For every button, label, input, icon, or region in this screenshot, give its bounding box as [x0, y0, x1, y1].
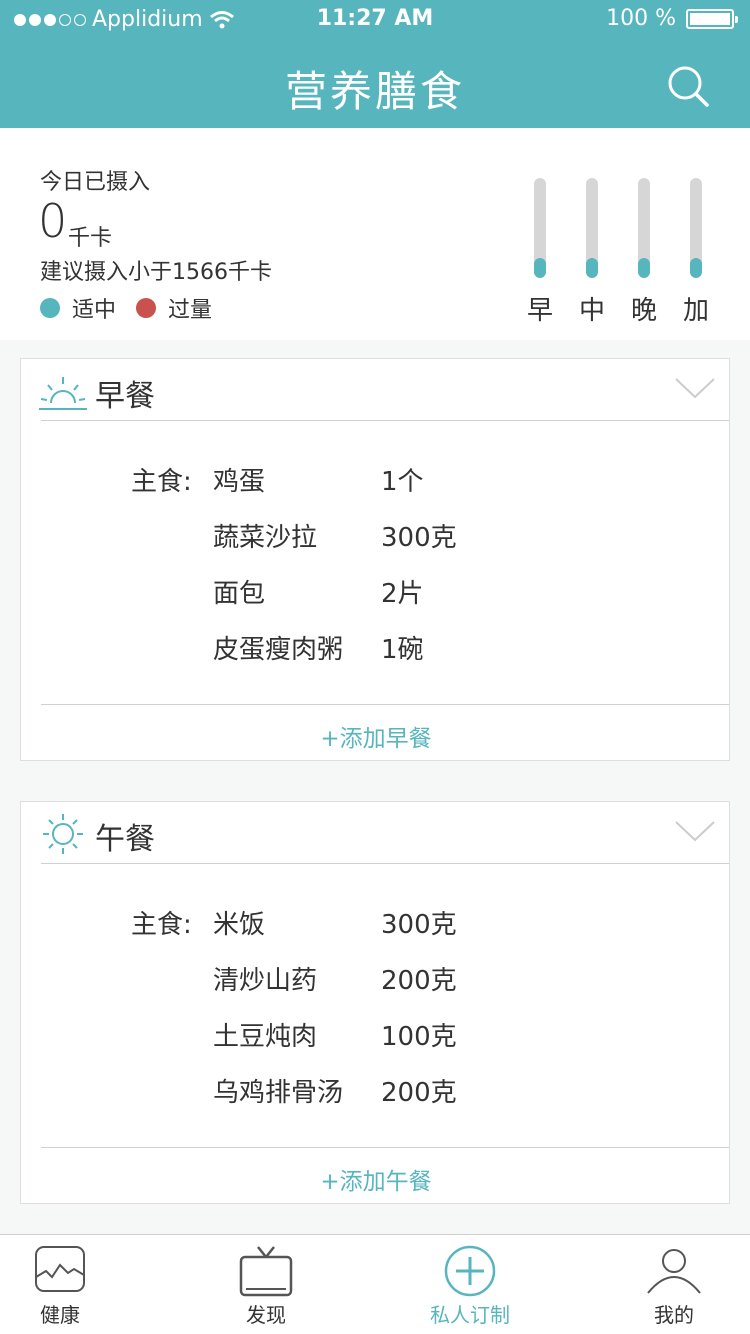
food-name: 乌鸡排骨汤: [213, 1078, 344, 1108]
food-name: 清炒山药: [213, 966, 318, 996]
divider: [41, 1147, 729, 1148]
plus-circle-icon: [444, 1245, 496, 1297]
tab-label: 我的: [654, 1303, 694, 1327]
food-amount: 2片: [381, 579, 424, 609]
bar-track: [586, 178, 598, 278]
sun-icon: [43, 814, 83, 854]
divider: [41, 863, 729, 864]
food-row[interactable]: 面包 2片: [21, 573, 731, 629]
tab-bar: 健康 发现 私人订制 我的: [0, 1234, 750, 1334]
food-row[interactable]: 乌鸡排骨汤 200克: [21, 1072, 731, 1128]
meal-bar-lunch: 中: [572, 178, 612, 338]
legend: 适中 过量: [40, 292, 232, 324]
tab-mine[interactable]: 我的: [614, 1235, 734, 1334]
intake-unit: 千卡: [68, 226, 113, 251]
moderate-swatch: [40, 298, 60, 318]
sunrise-icon: [39, 377, 87, 410]
tab-health[interactable]: 健康: [0, 1235, 120, 1334]
tab-discover[interactable]: 发现: [206, 1235, 326, 1334]
food-amount: 300克: [381, 910, 457, 940]
meal-intake-bars: 早 中 晚 加: [520, 178, 720, 338]
tab-private-plan[interactable]: 私人订制: [410, 1235, 530, 1334]
tab-label: 健康: [40, 1303, 80, 1327]
meal-bar-dinner: 晚: [624, 178, 664, 338]
battery-percent: 100 %: [606, 6, 676, 31]
meal-card-lunch: 午餐 主食: 米饭 300克 清炒山药 200克 土豆炖肉 100克 乌鸡排骨汤…: [20, 801, 730, 1204]
battery-group: 100 %: [606, 6, 738, 31]
intake-summary: 今日已摄入 0 千卡 建议摄入小于1566千卡 适中 过量 早 中 晚 加: [0, 128, 750, 340]
meal-name: 早餐: [95, 379, 155, 414]
food-amount: 1个: [381, 467, 424, 497]
meal-bar-snack: 加: [676, 178, 716, 338]
food-amount: 100克: [381, 1022, 457, 1052]
food-amount: 200克: [381, 966, 457, 996]
tv-icon: [239, 1246, 293, 1297]
food-amount: 1碗: [381, 635, 424, 665]
bar-track: [690, 178, 702, 278]
bar-label: 加: [682, 296, 709, 326]
add-lunch-button[interactable]: +添加午餐: [21, 1162, 731, 1196]
food-row[interactable]: 主食: 鸡蛋 1个: [21, 461, 731, 517]
food-category: 主食:: [131, 910, 192, 940]
intake-advice: 建议摄入小于1566千卡: [40, 260, 272, 285]
chevron-down-icon[interactable]: [675, 820, 715, 844]
bar-fill: [586, 258, 598, 278]
food-name: 蔬菜沙拉: [213, 523, 318, 553]
bar-fill: [638, 258, 650, 278]
meal-card-header[interactable]: 早餐: [21, 359, 731, 421]
food-row[interactable]: 清炒山药 200克: [21, 960, 731, 1016]
meal-card-header[interactable]: 午餐: [21, 802, 731, 864]
food-row[interactable]: 皮蛋瘦肉粥 1碗: [21, 629, 731, 685]
food-category: 主食:: [131, 467, 192, 497]
food-name: 面包: [213, 579, 266, 609]
meal-bar-breakfast: 早: [520, 178, 560, 338]
divider: [41, 704, 729, 705]
legend-item-moderate: 适中: [40, 292, 116, 324]
bar-fill: [690, 258, 702, 278]
excess-swatch: [136, 298, 157, 318]
bar-fill: [534, 258, 546, 278]
divider: [41, 420, 729, 421]
food-name: 土豆炖肉: [213, 1022, 318, 1052]
legend-item-excess: 过量: [136, 292, 212, 324]
food-name: 鸡蛋: [213, 467, 266, 497]
food-amount: 200克: [381, 1078, 457, 1108]
bar-track: [534, 178, 546, 278]
food-amount: 300克: [381, 523, 457, 553]
legend-label: 适中: [72, 298, 117, 323]
tab-label: 发现: [246, 1303, 286, 1327]
food-name: 皮蛋瘦肉粥: [213, 635, 344, 665]
food-row[interactable]: 蔬菜沙拉 300克: [21, 517, 731, 573]
add-breakfast-button[interactable]: +添加早餐: [21, 719, 731, 753]
bar-label: 晚: [630, 296, 657, 326]
person-icon: [647, 1249, 701, 1294]
food-row[interactable]: 土豆炖肉 100克: [21, 1016, 731, 1072]
app-header: Applidium 11:27 AM 100 % 营养膳食: [0, 0, 750, 128]
bar-label: 中: [578, 296, 605, 326]
battery-icon: [686, 8, 738, 29]
status-bar: Applidium 11:27 AM 100 %: [0, 0, 750, 40]
page-title: 营养膳食: [284, 67, 465, 116]
tab-label: 私人订制: [430, 1303, 510, 1327]
search-icon[interactable]: [666, 64, 710, 108]
health-chart-icon: [35, 1246, 85, 1292]
food-row[interactable]: 主食: 米饭 300克: [21, 904, 731, 960]
bar-track: [638, 178, 650, 278]
meal-name: 午餐: [95, 822, 155, 857]
intake-label: 今日已摄入: [40, 170, 151, 195]
legend-label: 过量: [168, 298, 213, 323]
chevron-down-icon[interactable]: [675, 377, 715, 401]
intake-value: 0: [38, 194, 68, 248]
meal-card-breakfast: 早餐 主食: 鸡蛋 1个 蔬菜沙拉 300克 面包 2片 皮蛋瘦肉粥 1碗 +添…: [20, 358, 730, 761]
bar-label: 早: [526, 296, 553, 326]
food-name: 米饭: [213, 910, 266, 940]
